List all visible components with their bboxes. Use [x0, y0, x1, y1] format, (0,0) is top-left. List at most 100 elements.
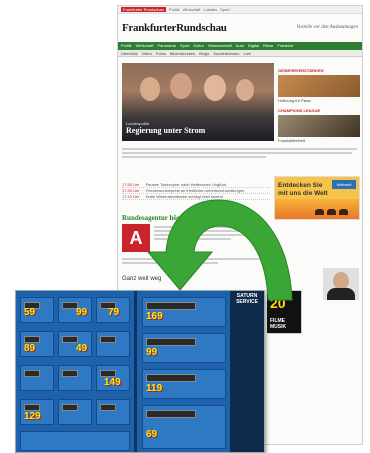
- travel-banner-ad[interactable]: Entdecken Sie mit uns die Welt Weltweit: [274, 176, 360, 220]
- price-tag: 89: [24, 343, 36, 354]
- ad-text: Entdecken Sie mit uns die Welt: [278, 182, 328, 197]
- site-sub-nav: Überblick Video Fotos Bilderstrecken Blo…: [118, 50, 362, 57]
- article-text-lines: [154, 226, 264, 242]
- ticker-time: 17:10 Uhr: [122, 194, 140, 199]
- article-text-lines: [122, 258, 362, 266]
- camel-silhouette: [327, 209, 336, 215]
- brand-logo-a[interactable]: A: [122, 224, 150, 252]
- nav-item[interactable]: Wirtschaft: [136, 42, 154, 50]
- nav-item[interactable]: Politik: [121, 42, 132, 50]
- subnav-item[interactable]: Fotos: [156, 50, 166, 56]
- person-face: [236, 79, 254, 101]
- product-cell: [96, 399, 130, 425]
- flyer-side-panel: SATURN SERVICE: [230, 291, 264, 452]
- nav-item[interactable]: Auto: [236, 42, 244, 50]
- topbar-item[interactable]: Sport: [220, 7, 230, 12]
- ad-logo: Weltweit: [332, 180, 356, 189]
- product-device-icon: [146, 410, 196, 418]
- nav-item[interactable]: Wissenschaft: [208, 42, 232, 50]
- price-tag: 99: [146, 347, 158, 358]
- product-device-icon: [146, 338, 196, 346]
- product-cell: [20, 365, 54, 391]
- subnav-item[interactable]: Bilderstrecken: [170, 50, 195, 56]
- product-cell: [142, 405, 226, 449]
- camel-silhouette: [315, 209, 324, 215]
- news-ticker: 17:55 Uhr Paukes Todesopfer nach Heftsch…: [122, 182, 270, 200]
- side-teaser-caption: Fussballfreiheit: [278, 138, 305, 143]
- ticker-time: 17:55 Uhr: [122, 182, 140, 187]
- product-device-icon: [146, 374, 196, 382]
- product-cell: [58, 399, 92, 425]
- price-tag: 149: [104, 377, 121, 388]
- product-device-icon: [146, 302, 196, 310]
- nav-item[interactable]: Panorama: [157, 42, 175, 50]
- topbar-item[interactable]: Wirtschaft: [183, 7, 201, 12]
- hero-photo[interactable]: Landespolitik Regierung unter Strom: [122, 63, 274, 141]
- price-tag: 119: [146, 383, 163, 394]
- subnav-item[interactable]: Sonderthemen: [213, 50, 239, 56]
- subnav-item[interactable]: Live: [243, 50, 250, 56]
- nav-item[interactable]: Sport: [180, 42, 190, 50]
- price-tag: 169: [146, 311, 163, 322]
- site-logo[interactable]: FrankfurterRundschau: [122, 22, 227, 34]
- site-promo[interactable]: Vorteile vor den Ausbeutungen: [297, 25, 358, 31]
- topbar-item[interactable]: Politik: [169, 7, 180, 12]
- product-cell: [20, 431, 130, 451]
- side-teaser-caption: Hoffnung für Pkws: [278, 98, 311, 103]
- product-device-icon: [100, 336, 116, 343]
- hero-headline[interactable]: Regierung unter Strom: [126, 126, 205, 135]
- inset-label: FILME MUSIK: [270, 318, 287, 330]
- nav-item[interactable]: Digital: [248, 42, 259, 50]
- price-tag: 69: [146, 429, 158, 440]
- teaser-headline[interactable]: Ganz weit weg: [122, 276, 161, 282]
- site-topbar: Frankfurter Rundschau Politik Wirtschaft…: [118, 6, 362, 14]
- product-cell: [58, 365, 92, 391]
- ticker-text: Paukes Todesopfer nach Heftschnee Unglüc…: [145, 182, 227, 187]
- side-teaser-title: GEISEHRVERSTÄRKEN: [278, 68, 324, 73]
- side-teaser-image: [278, 75, 360, 97]
- product-device-icon: [100, 370, 116, 377]
- ticker-row[interactable]: 17:10 Uhr Huttu Winterarbeitslose schläg…: [122, 194, 270, 200]
- subnav-item[interactable]: Blogs: [199, 50, 209, 56]
- nav-item[interactable]: Frankfurt: [277, 42, 293, 50]
- person-shoulders: [327, 288, 355, 300]
- product-device-icon: [100, 404, 116, 411]
- ticker-text: Friedensnobelpreis an friedlichen Arbeit…: [145, 188, 245, 193]
- side-teaser-image: [278, 115, 360, 137]
- subnav-item[interactable]: Überblick: [121, 50, 138, 56]
- price-tag: 79: [108, 307, 120, 318]
- product-device-icon: [62, 404, 78, 411]
- secondary-headline[interactable]: Rundesagentur hört bereits: [122, 214, 204, 222]
- nav-item[interactable]: Kultur: [193, 42, 203, 50]
- product-device-icon: [24, 336, 40, 343]
- ticker-time: 17:30 Uhr: [122, 188, 140, 193]
- product-device-icon: [62, 336, 78, 343]
- side-teaser[interactable]: CHAMPIONS LEAGUE Fussballfreiheit: [278, 108, 360, 143]
- product-device-icon: [24, 370, 40, 377]
- price-tag: 49: [76, 343, 88, 354]
- topbar-item[interactable]: Frankfurter Rundschau: [121, 7, 166, 12]
- inset-number: 20: [270, 295, 286, 311]
- saturn-service-badge: SATURN SERVICE: [236, 293, 258, 305]
- price-tag: 59: [24, 307, 36, 318]
- subnav-item[interactable]: Video: [142, 50, 152, 56]
- person-face: [170, 73, 192, 99]
- side-teaser-title: CHAMPIONS LEAGUE: [278, 108, 321, 113]
- electronics-prospectus-flyer: 59 99 79 89 49 149 129 169 99 119 69 SAT…: [15, 290, 265, 453]
- camel-silhouette: [339, 209, 348, 215]
- person-face: [140, 77, 160, 101]
- portrait-photo[interactable]: [323, 268, 359, 300]
- side-teaser[interactable]: GEISEHRVERSTÄRKEN Hoffnung für Pkws: [278, 68, 360, 103]
- ticker-text: Huttu Winterarbeitslose schlägt Wall kom…: [145, 194, 223, 199]
- price-tag: 129: [24, 411, 41, 422]
- desert-sunset: [275, 199, 359, 219]
- product-device-icon: [24, 404, 40, 411]
- media-promo-inset: 20 FILME MUSIK: [266, 290, 302, 334]
- article-text-lines: [122, 148, 362, 160]
- nav-item[interactable]: Reise: [263, 42, 273, 50]
- price-tag: 99: [76, 307, 88, 318]
- person-face: [204, 75, 226, 101]
- product-device-icon: [62, 370, 78, 377]
- site-main-nav: Politik Wirtschaft Panorama Sport Kultur…: [118, 42, 362, 50]
- topbar-item[interactable]: Lokales: [203, 7, 217, 12]
